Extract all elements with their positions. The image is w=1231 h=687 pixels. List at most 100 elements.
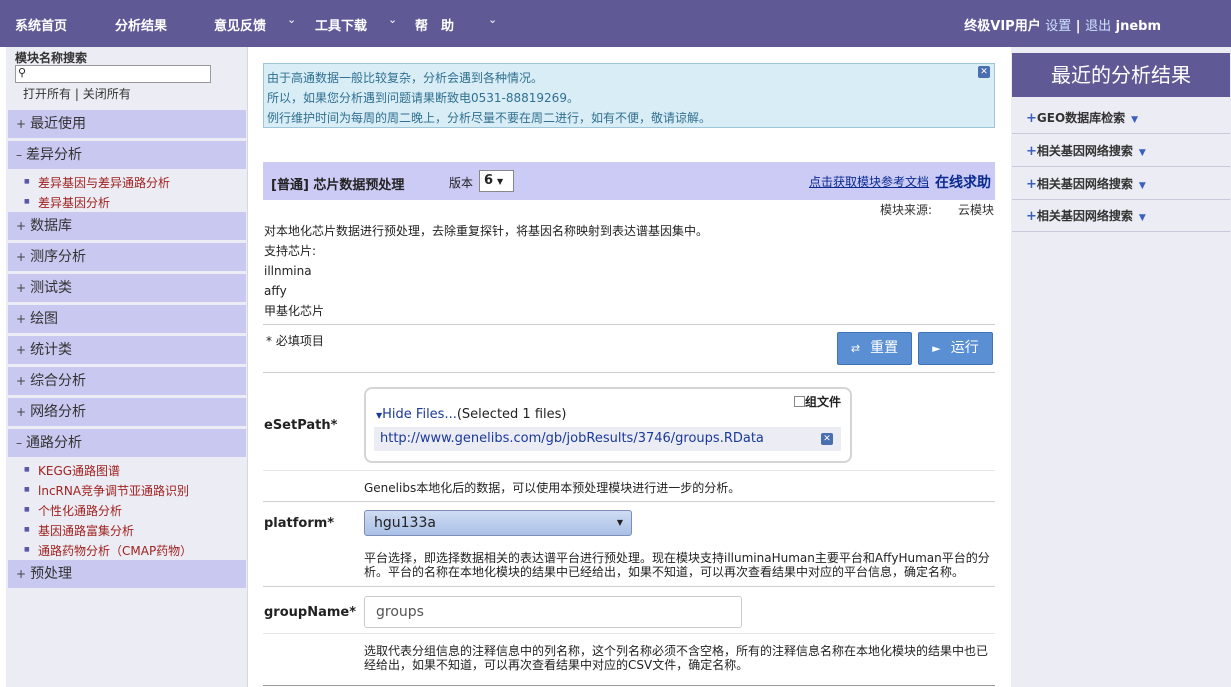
search-icon: ⚲: [18, 66, 27, 79]
sidebar-group-label: 网络分析: [30, 404, 87, 420]
checkbox-icon[interactable]: [794, 396, 805, 407]
groupname-input[interactable]: groups: [364, 596, 742, 628]
divider: [263, 372, 995, 373]
sidebar-group-stats[interactable]: + 统计类: [8, 336, 246, 364]
hide-files-toggle[interactable]: ▼Hide Files...(Selected 1 files): [376, 407, 566, 422]
sidebar-group-seq[interactable]: + 测序分析: [8, 243, 246, 271]
plus-icon: +: [1026, 144, 1037, 159]
group-files-label: 组文件: [805, 395, 842, 409]
close-icon[interactable]: ✕: [821, 433, 833, 445]
chevron-down-icon[interactable]: ⌄: [287, 13, 296, 26]
open-close-links: 打开所有 | 关闭所有: [23, 87, 131, 101]
divider: [263, 685, 995, 686]
sidebar-group-integrated[interactable]: + 综合分析: [8, 367, 246, 395]
recent-result-item[interactable]: +GEO数据库检索 ▼: [1012, 102, 1230, 134]
expand-icon: +: [16, 281, 27, 295]
close-icon[interactable]: ✕: [978, 66, 990, 78]
online-help-link[interactable]: 在线求助: [935, 172, 991, 192]
reset-label: 重置: [870, 340, 899, 356]
sidebar-group-label: 预处理: [30, 566, 73, 582]
divider: [263, 501, 995, 502]
plus-icon: +: [1026, 111, 1037, 126]
module-source-value: 云模块: [958, 203, 995, 217]
version-value: 6: [484, 173, 494, 188]
platform-select[interactable]: hgu133a ▼: [364, 510, 632, 536]
nav-results[interactable]: 分析结果: [115, 15, 167, 34]
sidebar-group-recent[interactable]: + 最近使用: [8, 110, 246, 138]
sidebar-item[interactable]: 个性化通路分析: [24, 502, 122, 519]
chevron-down-icon[interactable]: ⌄: [488, 13, 497, 26]
expand-icon: +: [16, 343, 27, 357]
nav-feedback[interactable]: 意见反馈: [214, 15, 266, 34]
username: jnebm: [1115, 19, 1161, 34]
logout-link[interactable]: 退出: [1085, 19, 1111, 34]
recent-result-item[interactable]: +相关基因网络搜索 ▼: [1012, 168, 1230, 200]
user-area: 终极VIP用户 设置 | 退出 jnebm: [964, 15, 1161, 34]
file-selector: 组文件 ▼Hide Files...(Selected 1 files) htt…: [364, 387, 852, 463]
sidebar-item[interactable]: KEGG通路图谱: [24, 462, 120, 479]
triangle-down-icon: ▼: [1138, 181, 1146, 191]
sidebar-group-test[interactable]: + 测试类: [8, 274, 246, 302]
triangle-down-icon: ▼: [1131, 115, 1139, 125]
sidebar-group-label: 统计类: [30, 342, 73, 358]
hide-files-label: Hide Files...: [382, 407, 457, 422]
plus-icon: +: [1026, 209, 1037, 224]
settings-link[interactable]: 设置: [1045, 19, 1071, 34]
recent-result-label: 相关基因网络搜索: [1036, 209, 1133, 223]
run-button[interactable]: ► 运行: [918, 332, 993, 365]
sidebar-group-label: 绘图: [30, 311, 59, 327]
notice-line: 所以，如果您分析遇到问题请果断致电0531-88819269。: [267, 91, 579, 105]
platform-help: 平台选择，即选择数据相关的表达谱平台进行预处理。现在模块支持illuminaHu…: [364, 551, 990, 579]
play-icon: ►: [932, 342, 941, 355]
sidebar-group-pathway[interactable]: – 通路分析: [8, 429, 246, 457]
module-search-label: 模块名称搜索: [15, 51, 88, 65]
expand-icon: +: [16, 312, 27, 326]
notice-box: 由于高通数据一般比较复杂，分析会遇到各种情况。 所以，如果您分析遇到问题请果断致…: [263, 63, 995, 128]
version-select[interactable]: 6 ▼: [479, 170, 514, 192]
sidebar-item[interactable]: 基因通路富集分析: [24, 522, 134, 539]
sidebar-item[interactable]: 通路药物分析（CMAP药物）: [24, 542, 192, 559]
sidebar-item[interactable]: lncRNA竞争调节亚通路识别: [24, 482, 189, 499]
nav-help[interactable]: 帮 助: [415, 15, 454, 34]
triangle-down-icon: ▼: [1138, 213, 1146, 223]
divider: [263, 470, 995, 471]
sidebar-group-database[interactable]: + 数据库: [8, 212, 246, 240]
chevron-down-icon[interactable]: ⌄: [388, 13, 397, 26]
expand-icon: +: [16, 250, 27, 264]
groupname-help: 选取代表分组信息的注释信息中的列名称，这个列名称必须不含空格，所有的注释信息名称…: [364, 644, 989, 672]
required-note: * 必填项目: [266, 334, 324, 348]
platform-label: platform*: [264, 516, 335, 531]
divider: [263, 324, 995, 325]
notice-line: 由于高通数据一般比较复杂，分析会遇到各种情况。: [267, 71, 544, 85]
file-item: http://www.genelibs.com/gb/jobResults/37…: [374, 427, 841, 451]
close-all-link[interactable]: 关闭所有: [83, 87, 131, 101]
sidebar-item[interactable]: 差异基因分析: [24, 194, 110, 211]
user-level: 终极VIP用户: [964, 19, 1041, 34]
nav-home[interactable]: 系统首页: [15, 15, 67, 34]
doc-link[interactable]: 点击获取模块参考文档: [809, 173, 929, 190]
desc-line: illnmina: [264, 264, 312, 278]
module-search-input[interactable]: ⚲: [15, 65, 211, 83]
sidebar-group-label: 综合分析: [30, 373, 87, 389]
sidebar-group-diff[interactable]: – 差异分析: [8, 141, 246, 169]
nav-download[interactable]: 工具下载: [315, 15, 367, 34]
recent-result-item[interactable]: +相关基因网络搜索 ▼: [1012, 135, 1230, 167]
reset-button[interactable]: ⇄ 重置: [837, 332, 912, 365]
run-label: 运行: [950, 340, 979, 356]
recent-results-title: 最近的分析结果: [1012, 53, 1230, 97]
module-source-label: 模块来源:: [880, 203, 933, 217]
sidebar-item[interactable]: 差异基因与差异通路分析: [24, 174, 170, 191]
module-description: 对本地化芯片数据进行预处理，去除重复探针，将基因名称映射到表达谱基因集中。 支持…: [264, 221, 708, 321]
sidebar-group-label: 最近使用: [30, 116, 87, 132]
file-url[interactable]: http://www.genelibs.com/gb/jobResults/37…: [380, 431, 764, 446]
sidebar-group-plot[interactable]: + 绘图: [8, 305, 246, 333]
recent-result-item[interactable]: +相关基因网络搜索 ▼: [1012, 200, 1230, 232]
group-files-checkbox[interactable]: 组文件: [794, 393, 841, 410]
plus-icon: +: [1026, 177, 1037, 192]
sidebar-group-preprocess[interactable]: + 预处理: [8, 560, 246, 588]
sidebar-group-network[interactable]: + 网络分析: [8, 398, 246, 426]
groupname-label: groupName*: [264, 605, 357, 620]
open-all-link[interactable]: 打开所有: [23, 87, 71, 101]
desc-line: affy: [264, 284, 287, 298]
collapse-icon: –: [16, 148, 22, 162]
